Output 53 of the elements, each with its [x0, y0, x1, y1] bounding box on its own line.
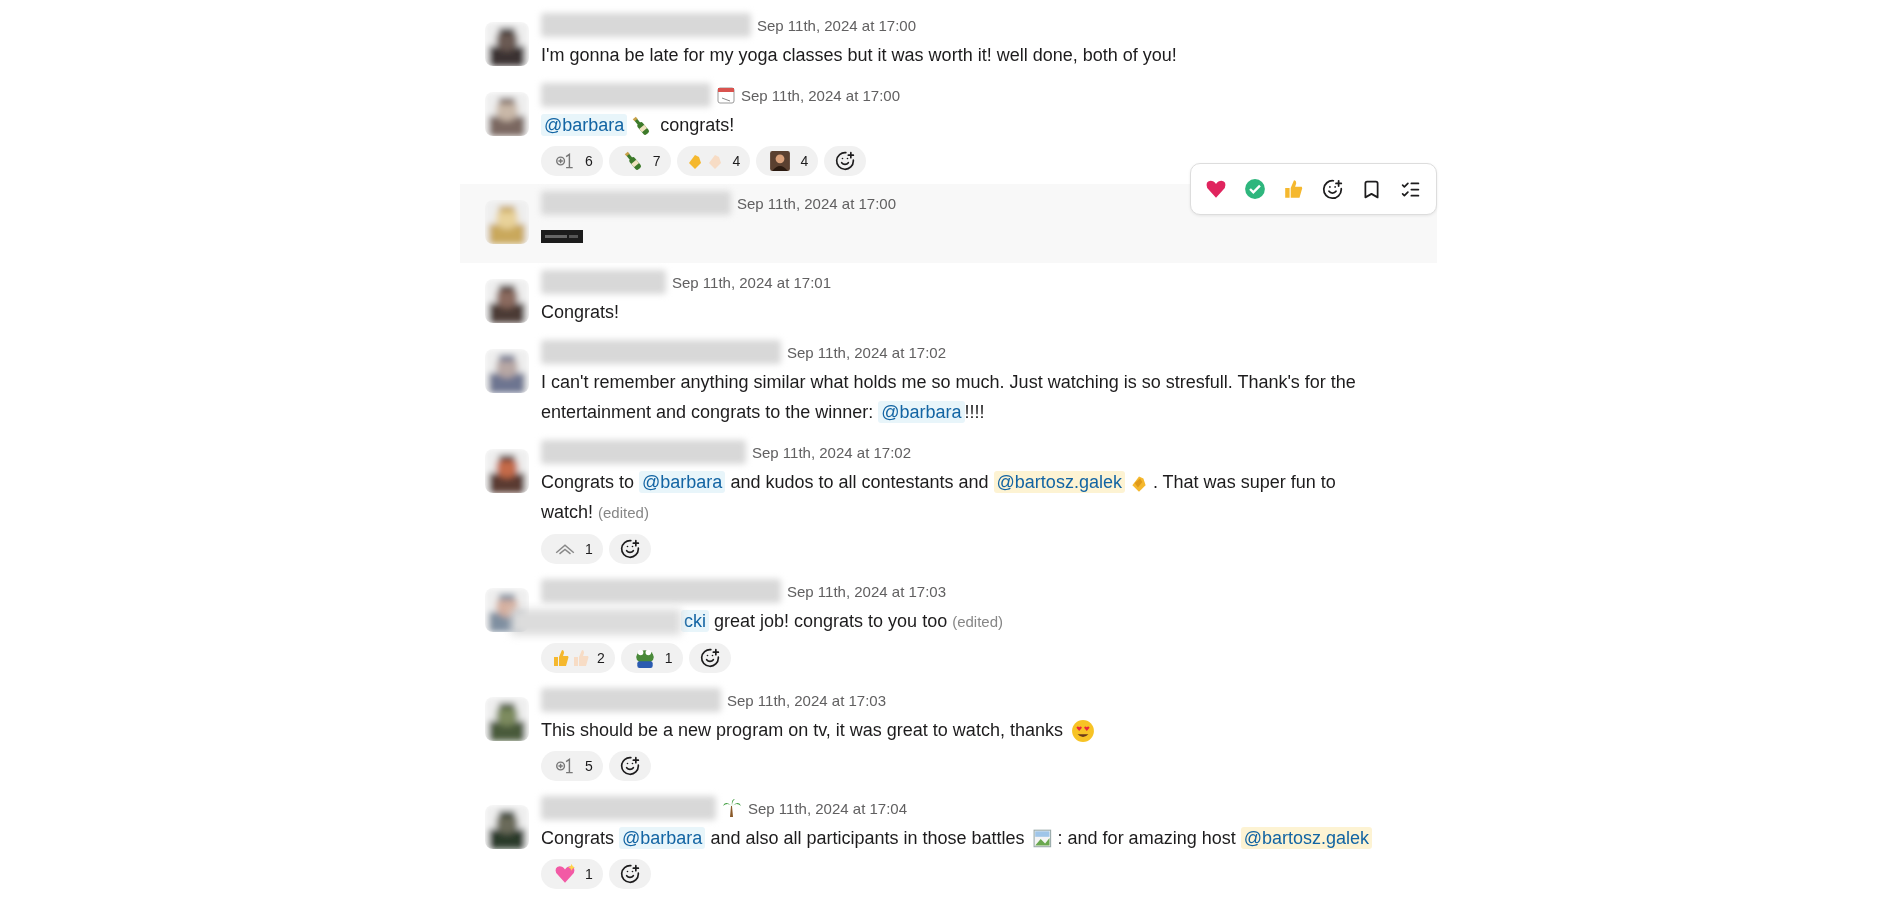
timestamp[interactable]: Sep 11th, 2024 at 17:02 — [787, 343, 947, 361]
message-text: Congrats! — [541, 301, 621, 324]
user-mention[interactable]: @bartosz.galek — [993, 471, 1125, 493]
user-mention[interactable]: @barbara — [878, 401, 965, 423]
user-mention[interactable]: @barbara — [541, 114, 628, 136]
calendar-icon — [717, 86, 735, 104]
thumbs-up-icon — [551, 648, 591, 668]
add-reaction-button[interactable] — [688, 643, 731, 673]
user-mention[interactable]: @barbara — [639, 471, 726, 493]
user-mention[interactable]: @bartosz.galek — [1240, 827, 1373, 849]
reaction-pill[interactable]: 7 — [608, 146, 671, 176]
timestamp[interactable]: Sep 11th, 2024 at 17:03 — [787, 582, 947, 600]
palm-tree-icon — [722, 798, 742, 818]
message-text: I can't remember anything similar what holds me so much. Just watching is so stresfull. Thank's for the entertainment and congrats to the winner: @barbara !!!! — [541, 371, 1357, 425]
add-reaction-button[interactable] — [608, 751, 651, 781]
edited-label: (edited) — [952, 613, 1003, 630]
message-text: I'm gonna be late for my yoga classes but it was worth it! well done, both of you! — [541, 44, 1178, 67]
add-reaction-button[interactable] — [824, 146, 867, 176]
heart-eyes-face-icon — [1070, 719, 1095, 744]
add-reaction-icon — [835, 151, 856, 171]
timestamp[interactable]: Sep 11th, 2024 at 17:04 — [748, 799, 908, 817]
timestamp[interactable]: Sep 11th, 2024 at 17:00 — [741, 86, 901, 104]
timestamp[interactable]: Sep 11th, 2024 at 17:00 — [737, 194, 897, 212]
heart-icon — [554, 863, 576, 885]
message-text: cki great job! congrats to you too (edited) — [541, 606, 1381, 637]
chevron-up-icon — [554, 543, 576, 555]
add-reaction-icon — [619, 756, 640, 776]
message-text: @barbara congrats! — [541, 110, 1381, 140]
add-reaction-icon — [699, 648, 720, 668]
reaction-pill[interactable]: 5 — [541, 751, 603, 781]
add-reaction-icon — [619, 864, 640, 884]
reaction-pill[interactable]: 1 — [541, 534, 603, 564]
timestamp[interactable]: Sep 11th, 2024 at 17:01 — [672, 273, 832, 291]
add-reaction-button[interactable] — [608, 859, 651, 889]
reaction-pill[interactable]: 1 — [541, 859, 603, 889]
reaction-pill[interactable]: 1 — [620, 643, 683, 673]
timestamp[interactable]: Sep 11th, 2024 at 17:00 — [757, 16, 917, 34]
message-text: Congrats to @barbara and kudos to all contestants and @bartosz.galek . That was super fun to watch! (edited) — [541, 470, 1337, 524]
message-text: This should be a new program on tv, it was great to watch, thanks — [541, 715, 1381, 745]
reaction-pill[interactable]: 6 — [541, 146, 603, 176]
reaction-pill[interactable]: 4 — [756, 146, 819, 176]
reaction-pill[interactable]: 2 — [541, 643, 615, 673]
add-reaction-icon — [619, 539, 640, 559]
user-mention[interactable]: cki — [681, 610, 709, 632]
timestamp[interactable]: Sep 11th, 2024 at 17:02 — [752, 443, 912, 461]
edited-label: (edited) — [598, 504, 649, 521]
user-mention[interactable]: @barbara — [619, 827, 706, 849]
person-icon — [769, 150, 792, 172]
add-reaction-button[interactable] — [608, 534, 651, 564]
timestamp[interactable]: Sep 11th, 2024 at 17:03 — [727, 691, 887, 709]
frog-icon — [633, 647, 656, 669]
reaction-pill[interactable]: 4 — [676, 146, 751, 176]
message-text: Congrats @barbara and also all participants in those battles : and for amazing host @bartosz.galek — [541, 823, 1381, 853]
